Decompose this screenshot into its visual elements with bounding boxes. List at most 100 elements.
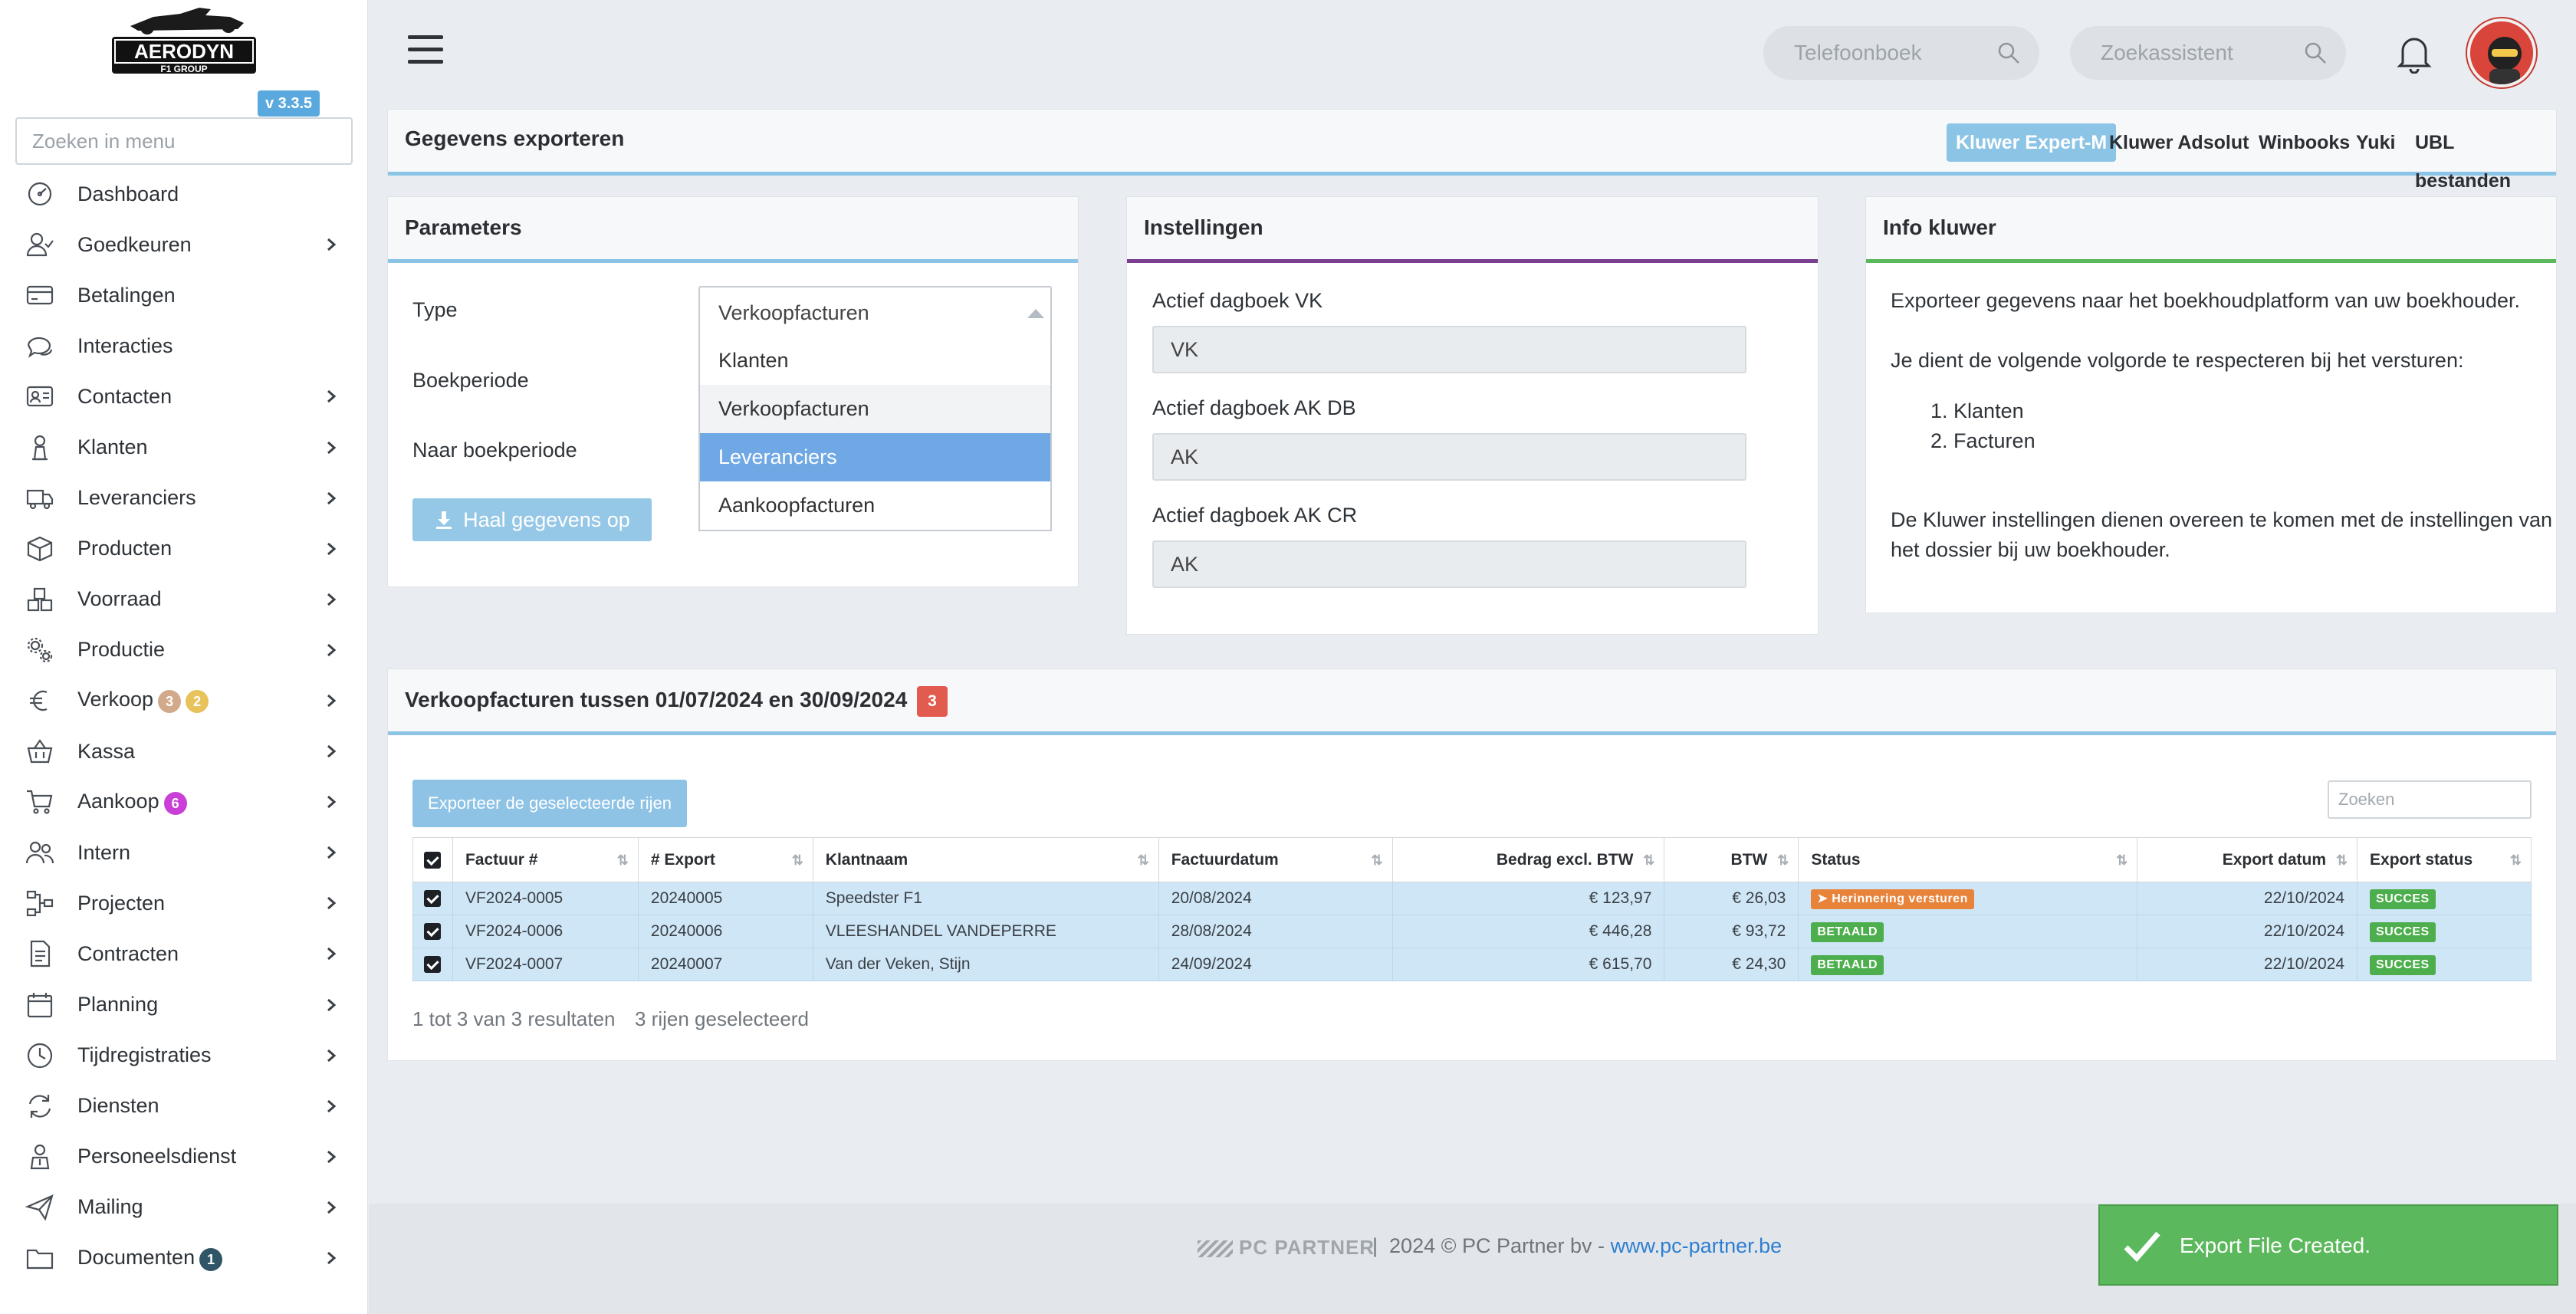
vk-field[interactable]: VK	[1152, 326, 1746, 373]
sidebar-item-goedkeuren[interactable]: Goedkeuren	[0, 219, 368, 270]
chevron-right-icon[interactable]	[324, 693, 339, 708]
sidebar-item-diensten[interactable]: Diensten	[0, 1081, 368, 1132]
tab-kluwer-expert-m[interactable]: Kluwer Expert-M	[1947, 123, 2117, 162]
invoice-number-link[interactable]: VF2024-0007	[452, 948, 639, 981]
tab-kluwer-adsolut[interactable]: Kluwer Adsolut	[2100, 123, 2258, 162]
status-badge[interactable]: BETAALD	[1811, 921, 1884, 942]
chevron-right-icon[interactable]	[324, 592, 339, 607]
table-search-input[interactable]	[2328, 780, 2532, 819]
column-header[interactable]: BTW ⇅	[1664, 837, 1799, 882]
info-list-item: 1. Klanten	[1930, 399, 2024, 422]
chevron-right-icon[interactable]	[324, 997, 339, 1013]
vk-label: Actief dagboek VK	[1152, 289, 1323, 312]
notification-bell-icon[interactable]	[2397, 34, 2432, 74]
hamburger-menu-icon[interactable]	[408, 35, 443, 69]
send-icon	[25, 1192, 55, 1223]
chevron-right-icon[interactable]	[324, 845, 339, 860]
assistant-search[interactable]	[2070, 26, 2346, 80]
menu-search-input[interactable]	[15, 117, 353, 165]
chevron-right-icon[interactable]	[324, 794, 339, 810]
sidebar-item-personeelsdienst[interactable]: Personeelsdienst	[0, 1132, 368, 1182]
settings-title: Instellingen	[1144, 215, 1263, 239]
tab-ubl-bestanden[interactable]: UBL bestanden	[2406, 123, 2556, 192]
sidebar-item-verkoop[interactable]: Verkoop 3 2	[0, 675, 368, 726]
chevron-right-icon[interactable]	[324, 1048, 339, 1063]
sort-icon: ⇅	[616, 852, 629, 868]
sidebar-item-tijdregistraties[interactable]: Tijdregistraties	[0, 1030, 368, 1081]
column-header[interactable]: Status ⇅	[1798, 837, 2138, 882]
chevron-right-icon[interactable]	[324, 1250, 339, 1266]
column-header[interactable]: # Export ⇅	[637, 837, 813, 882]
sidebar-item-contacten[interactable]: Contacten	[0, 371, 368, 422]
invoice-number-link[interactable]: VF2024-0005	[452, 882, 639, 915]
column-header[interactable]: Export status ⇅	[2357, 837, 2532, 882]
tab-yuki[interactable]: Yuki	[2347, 123, 2404, 162]
dropdown-option-klanten[interactable]: Klanten	[700, 337, 1050, 385]
table-row[interactable]: VF2024-0006 20240006 VLEESHANDEL VANDEPERR…	[412, 915, 2532, 948]
status-badge[interactable]: BETAALD	[1811, 954, 1884, 975]
chevron-right-icon[interactable]	[324, 946, 339, 961]
sidebar-item-contracten[interactable]: Contracten	[0, 928, 368, 979]
column-header[interactable]: Export datum ⇅	[2137, 837, 2358, 882]
chevron-right-icon[interactable]	[324, 541, 339, 557]
column-header[interactable]: Bedrag excl. BTW ⇅	[1392, 837, 1665, 882]
sidebar-item-klanten[interactable]: Klanten	[0, 422, 368, 472]
akcr-label: Actief dagboek AK CR	[1152, 504, 1358, 527]
column-header[interactable]: Factuurdatum ⇅	[1158, 837, 1393, 882]
row-checkbox[interactable]	[412, 882, 453, 915]
footer-link[interactable]: www.pc-partner.be	[1611, 1234, 1783, 1257]
sidebar: AERODYN F1 GROUP v 3.3.5 Dashboard Goedke…	[0, 0, 368, 1314]
sidebar-item-voorraad[interactable]: Voorraad	[0, 574, 368, 625]
chevron-right-icon[interactable]	[324, 491, 339, 506]
company-logo[interactable]: AERODYN F1 GROUP	[107, 3, 261, 87]
sidebar-item-kassa[interactable]: Kassa	[0, 726, 368, 777]
invoice-number-link[interactable]: VF2024-0006	[452, 915, 639, 948]
search-icon[interactable]	[1996, 41, 2021, 65]
sidebar-item-interacties[interactable]: Interacties	[0, 320, 368, 371]
type-select[interactable]: Verkoopfacturen	[698, 286, 1052, 338]
sort-icon: ⇅	[1777, 852, 1789, 868]
results-info: 1 tot 3 van 3 resultaten	[412, 1007, 616, 1030]
sidebar-item-aankoop[interactable]: Aankoop 6	[0, 777, 368, 827]
chevron-right-icon[interactable]	[324, 237, 339, 252]
user-avatar[interactable]	[2467, 18, 2536, 87]
table-row[interactable]: VF2024-0005 20240005 Speedster F1 20/08/202…	[412, 882, 2532, 915]
search-icon[interactable]	[2303, 41, 2328, 65]
fetch-data-button[interactable]: Haal gegevens op	[412, 498, 652, 541]
sidebar-item-producten[interactable]: Producten	[0, 524, 368, 574]
phonebook-search[interactable]	[1763, 26, 2039, 80]
select-all-checkbox[interactable]	[412, 837, 453, 882]
chevron-right-icon[interactable]	[324, 744, 339, 759]
sidebar-item-leveranciers[interactable]: Leveranciers	[0, 473, 368, 524]
row-checkbox[interactable]	[412, 948, 453, 981]
chevron-right-icon[interactable]	[324, 1149, 339, 1165]
sidebar-item-mailing[interactable]: Mailing	[0, 1182, 368, 1233]
dropdown-option-aankoopfacturen[interactable]: Aankoopfacturen	[700, 481, 1050, 530]
sidebar-item-projecten[interactable]: Projecten	[0, 878, 368, 928]
column-header[interactable]: Factuur # ⇅	[452, 837, 639, 882]
chevron-right-icon[interactable]	[324, 440, 339, 455]
dropdown-option-leveranciers[interactable]: Leveranciers	[700, 433, 1050, 481]
sidebar-item-betalingen[interactable]: Betalingen	[0, 270, 368, 320]
status-badge[interactable]: ➤ Herinnering versturen	[1811, 889, 1974, 909]
sidebar-item-intern[interactable]: Intern	[0, 827, 368, 878]
chevron-right-icon[interactable]	[324, 1200, 339, 1215]
chevron-right-icon[interactable]	[324, 642, 339, 658]
table-row[interactable]: VF2024-0007 20240007 Van der Veken, Stijn 2…	[412, 948, 2532, 981]
chevron-right-icon[interactable]	[324, 895, 339, 911]
sidebar-item-planning[interactable]: Planning	[0, 980, 368, 1030]
status-cell: BETAALD	[1798, 915, 2138, 948]
export-selected-button[interactable]: Exporteer de geselecteerde rijen	[412, 780, 687, 827]
chevron-right-icon[interactable]	[324, 389, 339, 404]
akcr-field[interactable]: AK	[1152, 540, 1746, 588]
row-checkbox[interactable]	[412, 915, 453, 948]
sidebar-item-documenten[interactable]: Documenten 1	[0, 1233, 368, 1283]
chevron-right-icon[interactable]	[324, 1099, 339, 1114]
success-toast[interactable]: Export File Created.	[2098, 1204, 2558, 1286]
tab-winbooks[interactable]: Winbooks	[2249, 123, 2359, 162]
sidebar-item-dashboard[interactable]: Dashboard	[0, 169, 368, 219]
akdb-field[interactable]: AK	[1152, 433, 1746, 481]
dropdown-option-verkoopfacturen[interactable]: Verkoopfacturen	[700, 385, 1050, 433]
sidebar-item-productie[interactable]: Productie	[0, 625, 368, 675]
column-header[interactable]: Klantnaam ⇅	[812, 837, 1159, 882]
